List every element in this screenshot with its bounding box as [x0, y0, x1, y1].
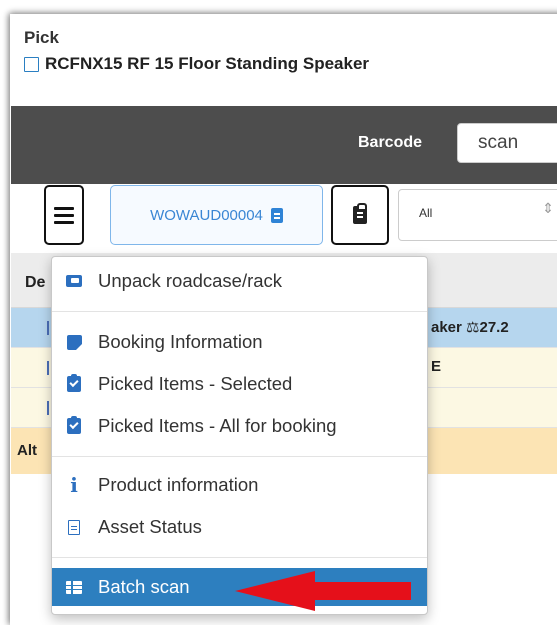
menu-item-unpack-roadcase[interactable]: Unpack roadcase/rack	[52, 264, 427, 298]
chevron-down-icon: ⇕	[542, 200, 554, 216]
menu-item-label: Picked Items - Selected	[98, 373, 293, 394]
menu-item-picked-all[interactable]: Picked Items - All for booking	[52, 409, 427, 443]
folded-note-icon	[66, 334, 82, 350]
filter-select-value: All	[419, 206, 433, 220]
booking-ref-label: WOWAUD00004	[150, 206, 263, 224]
barcode-label: Barcode	[358, 134, 423, 151]
booking-ref-button[interactable]: WOWAUD00004	[110, 185, 323, 245]
toolbar: WOWAUD00004 All ⇕	[0, 185, 557, 245]
item-line: RCFNX15 RF 15 Floor Standing Speaker	[24, 54, 369, 74]
row-marker	[47, 401, 49, 415]
row-text: aker ⚖27.2	[431, 319, 509, 336]
clipboard-icon	[353, 203, 367, 224]
document-icon	[68, 519, 80, 535]
menu-item-product-information[interactable]: i Product information	[52, 468, 427, 502]
actions-dropdown-menu: Unpack roadcase/rack Booking Information…	[51, 256, 428, 615]
hamburger-icon	[54, 203, 74, 228]
barcode-input[interactable]	[457, 123, 557, 163]
menu-item-asset-status[interactable]: Asset Status	[52, 510, 427, 544]
menu-divider	[52, 557, 427, 558]
menu-item-label: Picked Items - All for booking	[98, 415, 337, 436]
item-checkbox[interactable]	[24, 56, 39, 72]
menu-item-picked-selected[interactable]: Picked Items - Selected	[52, 367, 427, 401]
menu-toggle-button[interactable]	[44, 185, 84, 245]
clipboard-check-icon	[67, 374, 81, 392]
table-icon	[66, 580, 82, 594]
info-icon: i	[70, 473, 78, 497]
menu-item-label: Asset Status	[98, 516, 202, 537]
filter-select[interactable]: All ⇕	[398, 189, 557, 241]
box-open-icon	[66, 275, 82, 287]
menu-item-label: Product information	[98, 474, 259, 495]
menu-item-label: Batch scan	[98, 576, 190, 597]
page-title: Pick	[24, 28, 59, 47]
clipboard-check-icon	[67, 416, 81, 434]
item-name: RCFNX15 RF 15 Floor Standing Speaker	[45, 54, 370, 73]
menu-divider	[52, 311, 427, 312]
annotation-arrow-icon	[235, 571, 411, 611]
row-marker	[47, 321, 49, 335]
menu-divider	[52, 456, 427, 457]
barcode-bar: Barcode	[11, 106, 557, 184]
row-marker	[47, 361, 49, 375]
alt-row-label: Alt	[17, 442, 37, 459]
menu-item-label: Booking Information	[98, 331, 263, 352]
page-header: Pick RCFNX15 RF 15 Floor Standing Speake…	[24, 28, 369, 73]
clipboard-button[interactable]	[331, 185, 389, 245]
row-text: E	[431, 358, 442, 375]
menu-item-label: Unpack roadcase/rack	[98, 270, 283, 291]
table-header-label: De	[25, 274, 46, 291]
document-icon	[270, 207, 283, 223]
menu-item-booking-information[interactable]: Booking Information	[52, 325, 427, 359]
